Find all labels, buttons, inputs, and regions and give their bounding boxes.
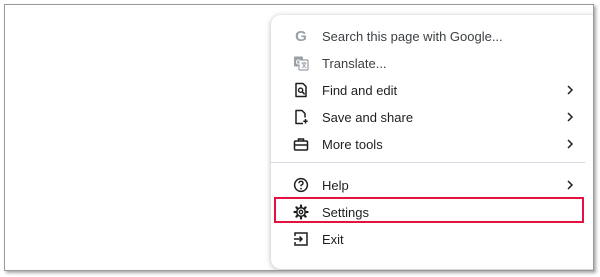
- menu-divider: [271, 162, 585, 163]
- menu-item-label: Search this page with Google...: [322, 29, 503, 44]
- google-g-icon: G: [293, 28, 309, 44]
- browser-context-menu: G Search this page with Google... G Tran…: [271, 15, 593, 269]
- menu-item-label: Save and share: [322, 110, 414, 125]
- chevron-right-icon: [565, 110, 575, 124]
- menu-item-label: Exit: [322, 232, 344, 247]
- svg-text:G: G: [296, 60, 302, 67]
- menu-item-exit[interactable]: Exit: [271, 226, 585, 253]
- menu-item-label: More tools: [322, 137, 383, 152]
- menu-item-save-and-share[interactable]: Save and share: [271, 104, 585, 131]
- help-icon: [293, 177, 309, 193]
- chevron-right-icon: [565, 137, 575, 151]
- menu-item-label: Help: [322, 178, 349, 193]
- settings-highlight-box: [274, 197, 584, 223]
- menu-item-label: Find and edit: [322, 83, 398, 98]
- save-share-icon: [293, 109, 309, 125]
- menu-item-more-tools[interactable]: More tools: [271, 131, 585, 158]
- svg-text:G: G: [295, 28, 307, 44]
- toolbox-icon: [293, 136, 309, 152]
- screenshot-frame: G Search this page with Google... G Tran…: [4, 4, 594, 271]
- chevron-right-icon: [565, 178, 575, 192]
- menu-item-help[interactable]: Help: [271, 172, 585, 199]
- menu-item-search-google[interactable]: G Search this page with Google...: [271, 23, 585, 50]
- find-edit-icon: [293, 82, 309, 98]
- translate-icon: G: [293, 55, 309, 71]
- menu-item-translate[interactable]: G Translate...: [271, 50, 585, 77]
- menu-item-find-and-edit[interactable]: Find and edit: [271, 77, 585, 104]
- exit-icon: [293, 231, 309, 247]
- menu-item-label: Translate...: [322, 56, 387, 71]
- chevron-right-icon: [565, 83, 575, 97]
